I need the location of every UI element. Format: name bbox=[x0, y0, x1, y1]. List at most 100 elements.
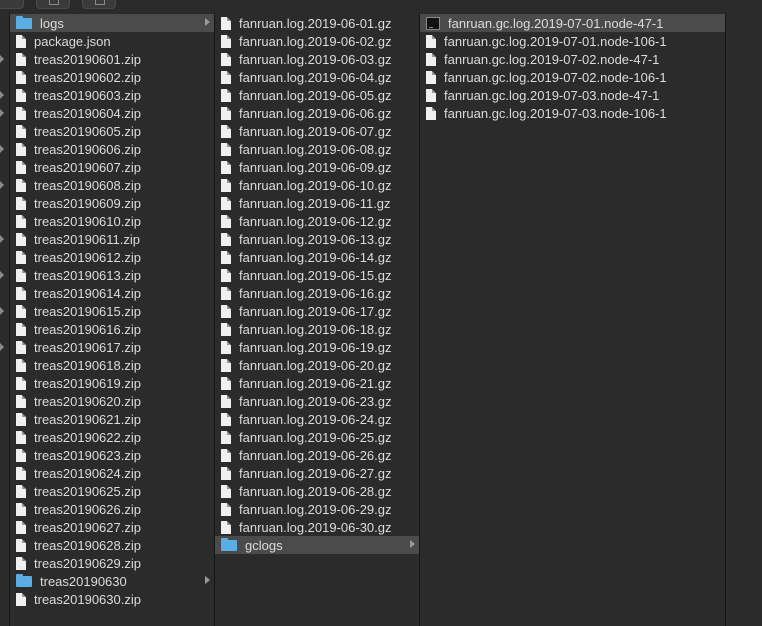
empty-column bbox=[726, 13, 762, 626]
file-item[interactable]: fanruan.log.2019-06-25.gz bbox=[215, 428, 419, 446]
file-item[interactable]: treas20190605.zip bbox=[10, 122, 214, 140]
file-item[interactable]: treas20190607.zip bbox=[10, 158, 214, 176]
file-item[interactable]: treas20190614.zip bbox=[10, 284, 214, 302]
folder-item[interactable]: gclogs bbox=[215, 536, 419, 554]
item-label: treas20190629.zip bbox=[34, 555, 141, 571]
item-label: treas20190618.zip bbox=[34, 357, 141, 373]
toolbar bbox=[0, 0, 762, 13]
file-item[interactable]: treas20190616.zip bbox=[10, 320, 214, 338]
file-item[interactable]: fanruan.log.2019-06-09.gz bbox=[215, 158, 419, 176]
file-item[interactable]: fanruan.log.2019-06-16.gz bbox=[215, 284, 419, 302]
document-icon bbox=[16, 286, 26, 300]
document-icon bbox=[16, 394, 26, 408]
file-item[interactable]: treas20190613.zip bbox=[10, 266, 214, 284]
file-item[interactable]: treas20190617.zip bbox=[10, 338, 214, 356]
column-3[interactable]: fanruan.gc.log.2019-07-01.node-47-1 fanru… bbox=[420, 13, 726, 626]
file-item[interactable]: treas20190611.zip bbox=[10, 230, 214, 248]
file-item[interactable]: treas20190602.zip bbox=[10, 68, 214, 86]
file-item[interactable]: treas20190628.zip bbox=[10, 536, 214, 554]
item-label: treas20190601.zip bbox=[34, 51, 141, 67]
file-item[interactable]: fanruan.log.2019-06-01.gz bbox=[215, 14, 419, 32]
chevron-right-icon bbox=[205, 18, 210, 26]
chevron-right-icon bbox=[0, 307, 4, 315]
item-label: fanruan.log.2019-06-24.gz bbox=[239, 411, 392, 427]
file-item[interactable]: fanruan.log.2019-06-19.gz bbox=[215, 338, 419, 356]
column-1[interactable]: logs package.json treas20190601.zip treas20… bbox=[10, 13, 215, 626]
file-item[interactable]: fanruan.gc.log.2019-07-03.node-106-1 bbox=[420, 104, 725, 122]
file-item[interactable]: treas20190623.zip bbox=[10, 446, 214, 464]
file-item[interactable]: fanruan.log.2019-06-06.gz bbox=[215, 104, 419, 122]
document-icon bbox=[16, 340, 26, 354]
column-2[interactable]: fanruan.log.2019-06-01.gz fanruan.log.201… bbox=[215, 13, 420, 626]
item-label: fanruan.gc.log.2019-07-03.node-106-1 bbox=[444, 105, 667, 121]
file-item[interactable]: treas20190606.zip bbox=[10, 140, 214, 158]
document-icon bbox=[221, 358, 231, 372]
file-item[interactable]: treas20190626.zip bbox=[10, 500, 214, 518]
file-item[interactable]: fanruan.log.2019-06-21.gz bbox=[215, 374, 419, 392]
file-item[interactable]: fanruan.gc.log.2019-07-02.node-47-1 bbox=[420, 50, 725, 68]
file-item[interactable]: treas20190603.zip bbox=[10, 86, 214, 104]
file-item[interactable]: treas20190630.zip bbox=[10, 590, 214, 608]
document-icon bbox=[221, 124, 231, 138]
file-item[interactable]: treas20190621.zip bbox=[10, 410, 214, 428]
chevron-right-icon bbox=[205, 576, 210, 584]
file-item[interactable]: fanruan.log.2019-06-29.gz bbox=[215, 500, 419, 518]
file-item[interactable]: fanruan.log.2019-06-17.gz bbox=[215, 302, 419, 320]
file-item[interactable]: fanruan.log.2019-06-15.gz bbox=[215, 266, 419, 284]
file-item[interactable]: package.json bbox=[10, 32, 214, 50]
file-item[interactable]: fanruan.gc.log.2019-07-02.node-106-1 bbox=[420, 68, 725, 86]
file-item[interactable]: fanruan.log.2019-06-26.gz bbox=[215, 446, 419, 464]
file-item[interactable]: treas20190627.zip bbox=[10, 518, 214, 536]
file-item[interactable]: treas20190612.zip bbox=[10, 248, 214, 266]
file-item[interactable]: fanruan.gc.log.2019-07-01.node-47-1 bbox=[420, 14, 725, 32]
file-item[interactable]: treas20190619.zip bbox=[10, 374, 214, 392]
file-item[interactable]: treas20190624.zip bbox=[10, 464, 214, 482]
file-item[interactable]: fanruan.log.2019-06-20.gz bbox=[215, 356, 419, 374]
item-label: fanruan.log.2019-06-27.gz bbox=[239, 465, 392, 481]
file-item[interactable]: fanruan.log.2019-06-14.gz bbox=[215, 248, 419, 266]
file-item[interactable]: fanruan.log.2019-06-24.gz bbox=[215, 410, 419, 428]
file-item[interactable]: treas20190608.zip bbox=[10, 176, 214, 194]
item-label: fanruan.log.2019-06-21.gz bbox=[239, 375, 392, 391]
share-icon[interactable] bbox=[36, 0, 70, 9]
item-label: treas20190622.zip bbox=[34, 429, 141, 445]
file-item[interactable]: treas20190620.zip bbox=[10, 392, 214, 410]
item-label: fanruan.log.2019-06-15.gz bbox=[239, 267, 392, 283]
file-item[interactable]: fanruan.log.2019-06-12.gz bbox=[215, 212, 419, 230]
file-item[interactable]: treas20190625.zip bbox=[10, 482, 214, 500]
item-label: treas20190608.zip bbox=[34, 177, 141, 193]
document-icon bbox=[16, 502, 26, 516]
file-item[interactable]: fanruan.gc.log.2019-07-03.node-47-1 bbox=[420, 86, 725, 104]
file-item[interactable]: treas20190610.zip bbox=[10, 212, 214, 230]
file-item[interactable]: fanruan.log.2019-06-07.gz bbox=[215, 122, 419, 140]
back-forward-icon[interactable] bbox=[0, 0, 24, 9]
folder-item[interactable]: treas20190630 bbox=[10, 572, 214, 590]
file-item[interactable]: treas20190609.zip bbox=[10, 194, 214, 212]
file-item[interactable]: fanruan.log.2019-06-23.gz bbox=[215, 392, 419, 410]
file-item[interactable]: fanruan.log.2019-06-05.gz bbox=[215, 86, 419, 104]
file-item[interactable]: treas20190629.zip bbox=[10, 554, 214, 572]
file-item[interactable]: treas20190601.zip bbox=[10, 50, 214, 68]
file-item[interactable]: treas20190604.zip bbox=[10, 104, 214, 122]
file-item[interactable]: fanruan.log.2019-06-28.gz bbox=[215, 482, 419, 500]
file-item[interactable]: treas20190618.zip bbox=[10, 356, 214, 374]
file-item[interactable]: fanruan.log.2019-06-10.gz bbox=[215, 176, 419, 194]
file-item[interactable]: fanruan.log.2019-06-18.gz bbox=[215, 320, 419, 338]
document-icon bbox=[16, 538, 26, 552]
file-item[interactable]: fanruan.log.2019-06-13.gz bbox=[215, 230, 419, 248]
file-item[interactable]: fanruan.log.2019-06-02.gz bbox=[215, 32, 419, 50]
item-label: fanruan.log.2019-06-11.gz bbox=[239, 195, 391, 211]
file-item[interactable]: treas20190622.zip bbox=[10, 428, 214, 446]
file-item[interactable]: treas20190615.zip bbox=[10, 302, 214, 320]
file-item[interactable]: fanruan.log.2019-06-08.gz bbox=[215, 140, 419, 158]
document-icon bbox=[221, 412, 231, 426]
file-item[interactable]: fanruan.log.2019-06-04.gz bbox=[215, 68, 419, 86]
file-item[interactable]: fanruan.log.2019-06-30.gz bbox=[215, 518, 419, 536]
file-item[interactable]: fanruan.log.2019-06-03.gz bbox=[215, 50, 419, 68]
file-item[interactable]: fanruan.log.2019-06-11.gz bbox=[215, 194, 419, 212]
file-item[interactable]: fanruan.gc.log.2019-07-01.node-106-1 bbox=[420, 32, 725, 50]
document-icon bbox=[16, 412, 26, 426]
folder-item[interactable]: logs bbox=[10, 14, 214, 32]
file-item[interactable]: fanruan.log.2019-06-27.gz bbox=[215, 464, 419, 482]
tag-icon[interactable] bbox=[82, 0, 116, 9]
